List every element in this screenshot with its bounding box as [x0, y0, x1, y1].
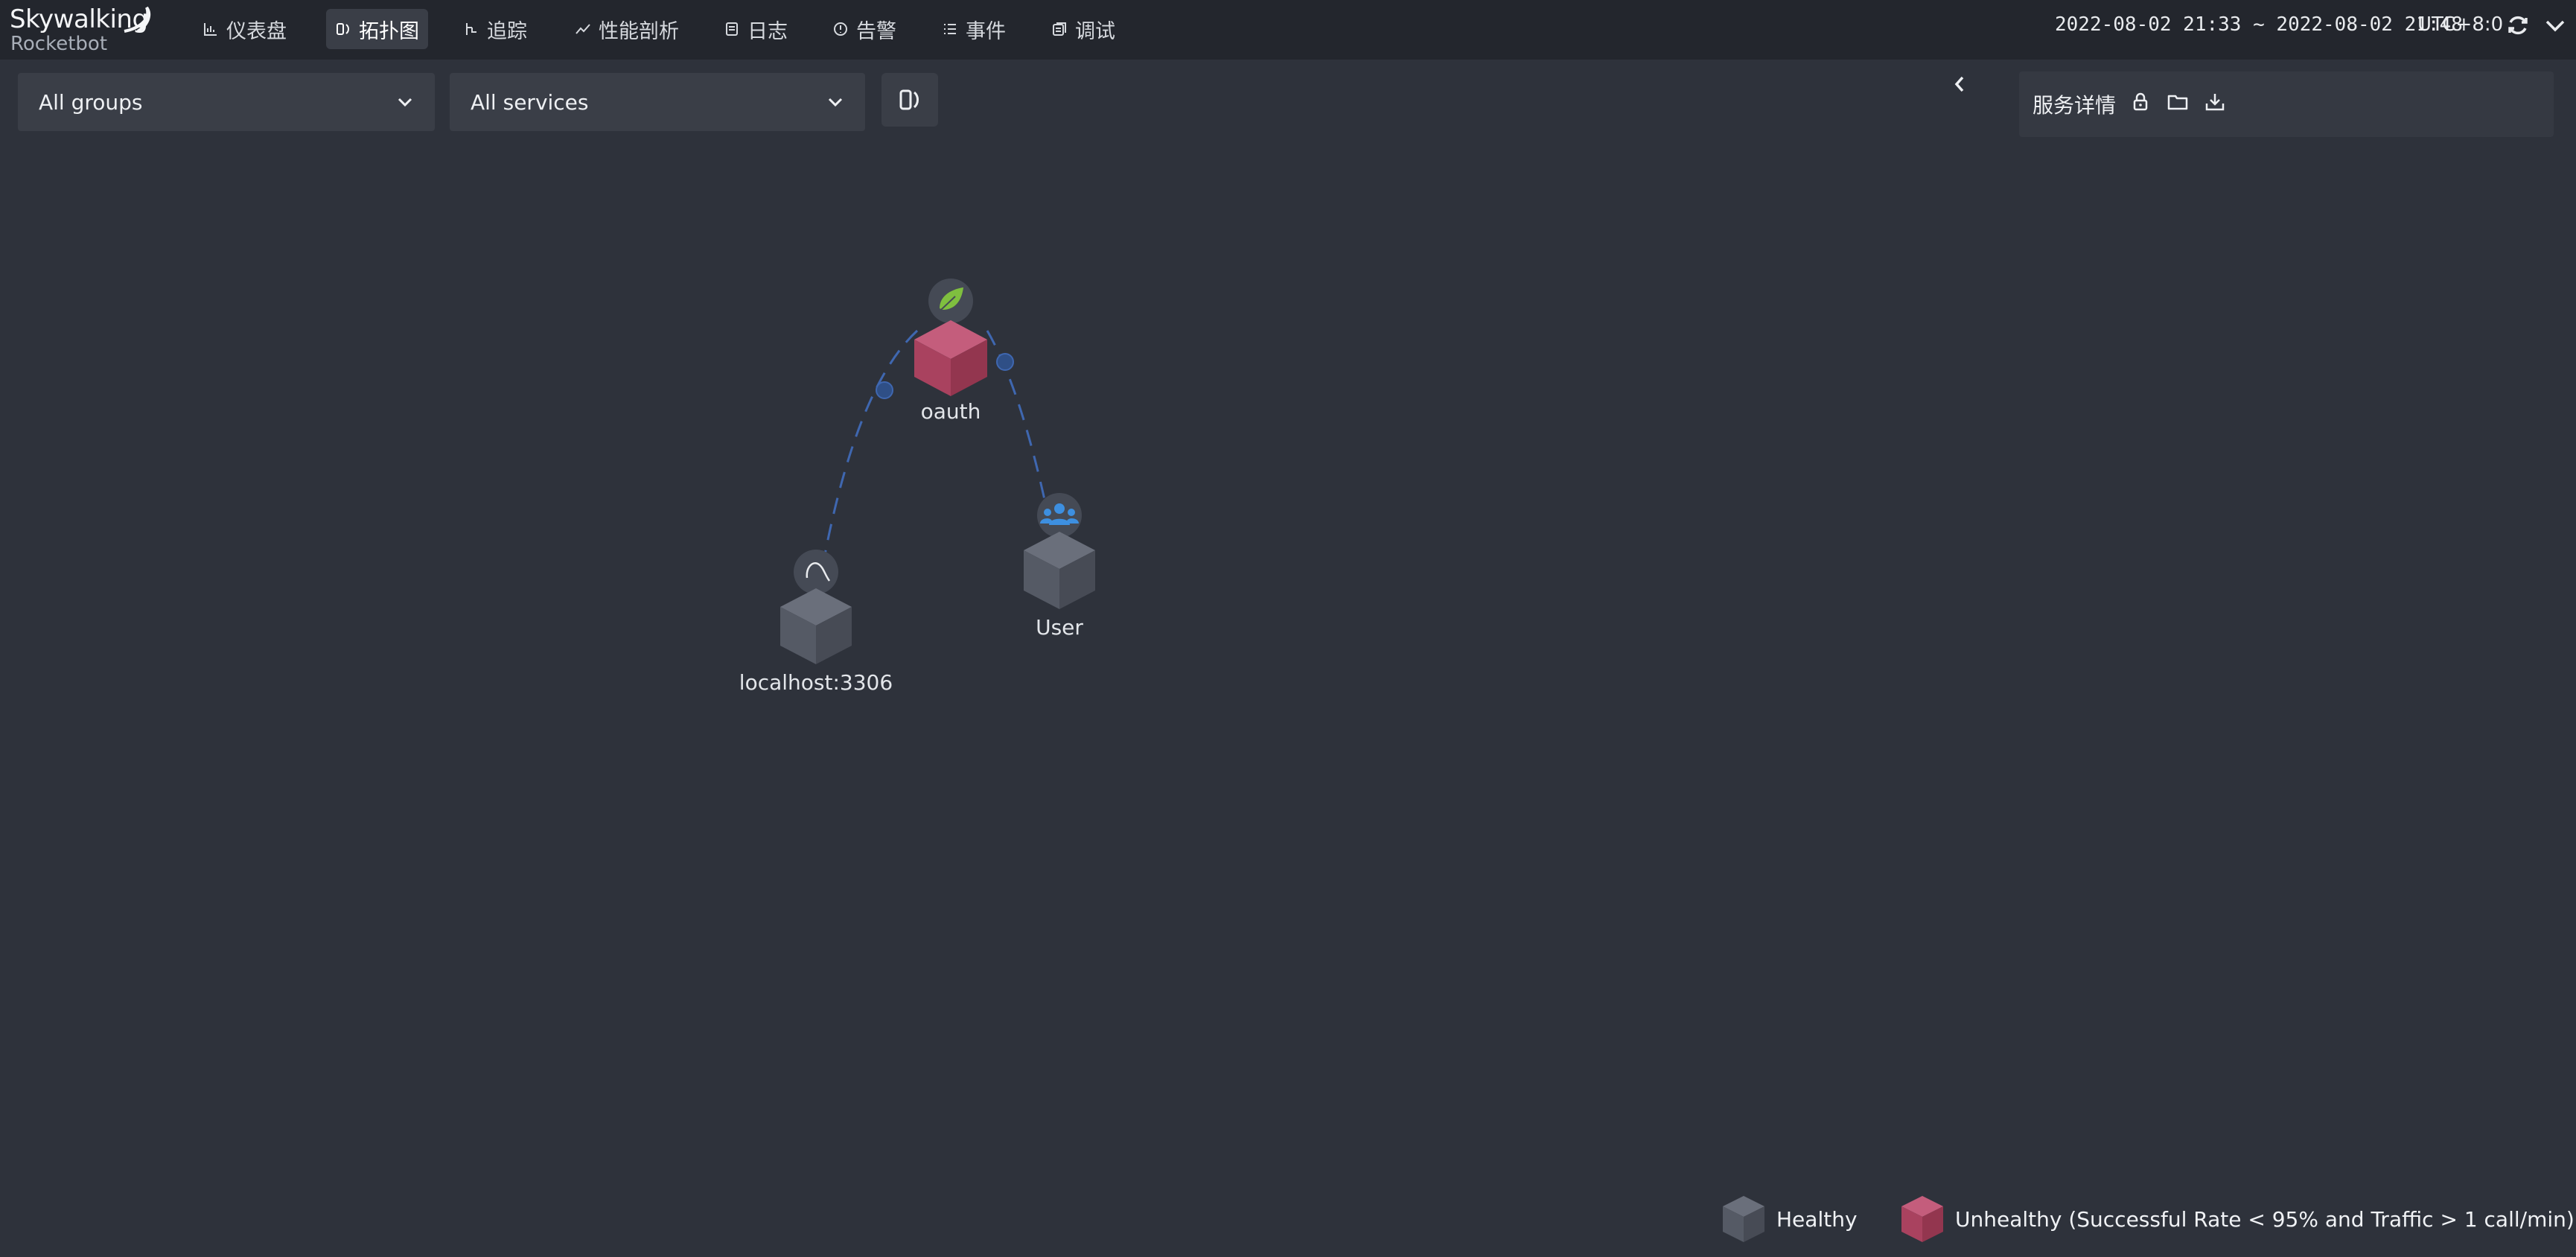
topology-graph	[780, 279, 1095, 664]
node-label-localhost: localhost:3306	[739, 670, 893, 695]
legend-healthy-label: Healthy	[1776, 1206, 1858, 1232]
healthy-node-icon	[1723, 1196, 1764, 1242]
legend-healthy: Healthy	[1721, 1193, 1858, 1245]
unhealthy-node-icon	[1901, 1196, 1943, 1242]
legend-unhealthy-label: Unhealthy (Successful Rate < 95% and Tra…	[1955, 1206, 2575, 1232]
topology-edge-oauth-localhost[interactable]	[821, 329, 919, 567]
topology-edge-oauth-user[interactable]	[986, 330, 1048, 507]
node-label-oauth: oauth	[920, 399, 981, 424]
topology-node-oauth[interactable]	[914, 279, 987, 396]
topology-node-localhost-3306[interactable]	[780, 550, 852, 664]
legend-unhealthy: Unhealthy (Successful Rate < 95% and Tra…	[1900, 1193, 2575, 1245]
node-label-user: User	[1036, 615, 1083, 640]
topology-node-user[interactable]	[1024, 493, 1095, 609]
